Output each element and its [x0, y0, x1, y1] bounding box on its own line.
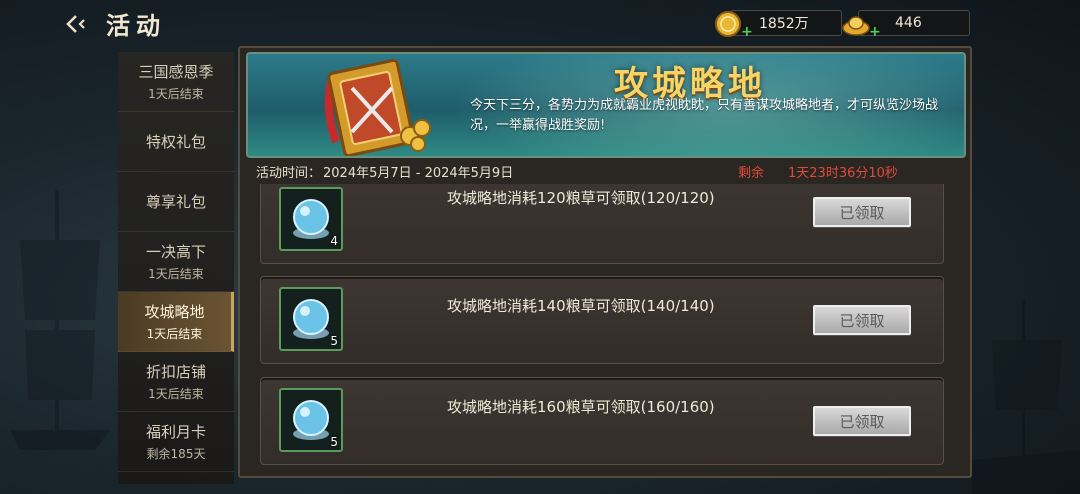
task-row: 5 攻城略地消耗140粮草可领取(140/140) 已领取	[260, 276, 944, 364]
sidebar-item-sublabel: 1天后结束	[148, 387, 204, 401]
gold-value: 1852万	[759, 16, 809, 32]
sidebar-item-label: 一决高下	[145, 243, 206, 261]
banner-description: 今天下三分，各势力为成就霸业虎视眈眈，只有善谋攻城略地者，才可纵览沙场战况，一举…	[470, 98, 939, 133]
event-time-value: 2024年5月7日 - 2024年5月9日	[323, 166, 514, 181]
task-description: 攻城略地消耗140粮草可领取(140/140)	[447, 297, 715, 315]
task-description: 攻城略地消耗120粮草可领取(120/120)	[447, 189, 715, 207]
task-list[interactable]: 4 攻城略地消耗120粮草可领取(120/120) 已领取 5 攻城略地消耗14…	[252, 184, 962, 476]
sidebar-item-label: 福利月卡	[145, 423, 206, 441]
reward-count: 5	[330, 435, 338, 449]
reward-item[interactable]: 5	[279, 388, 343, 452]
event-time-label: 活动时间：	[256, 166, 322, 181]
task-row: 4 攻城略地消耗120粮草可领取(120/120) 已领取	[260, 184, 944, 264]
claimed-button[interactable]: 已领取	[813, 197, 911, 227]
task-description: 攻城略地消耗160粮草可领取(160/160)	[447, 398, 715, 416]
claimed-button[interactable]: 已领取	[813, 305, 911, 335]
sidebar-item-duel[interactable]: 一决高下 1天后结束	[118, 232, 234, 292]
sidebar-item-sublabel: 1天后结束	[148, 267, 204, 281]
back-button[interactable]	[62, 10, 92, 38]
background-ship-art	[10, 190, 110, 450]
remaining-time: 1天23时36分10秒	[788, 166, 898, 181]
sidebar-item-sublabel: 1天后结束	[148, 87, 204, 101]
reward-item[interactable]: 5	[279, 287, 343, 351]
claimed-button[interactable]: 已领取	[813, 406, 911, 436]
sidebar-item-label: 三国感恩季	[138, 63, 214, 81]
add-gold-icon[interactable]: +	[741, 25, 753, 39]
sidebar-item-label: 折扣店铺	[145, 363, 206, 381]
sidebar-item-siege[interactable]: 攻城略地 1天后结束	[118, 292, 234, 352]
remaining-label: 剩余	[738, 166, 765, 181]
sidebar-item-label: 特权礼包	[145, 133, 206, 151]
page-title: 活动	[106, 11, 166, 40]
event-banner: 攻城略地 今天下三分，各势力为成就霸业虎视眈眈，只有善谋攻城略地者，才可纵览沙场…	[246, 52, 966, 158]
sidebar-item-sublabel: 剩余185天	[146, 447, 206, 461]
event-time-row: 活动时间： 2024年5月7日 - 2024年5月9日 剩余 1天23时36分1…	[256, 162, 956, 181]
sidebar-item-sublabel: 1天后结束	[146, 327, 203, 341]
background-ship-art-right	[972, 300, 1080, 494]
sidebar-item-label: 尊享礼包	[145, 193, 206, 211]
gold-ingot-icon	[842, 16, 870, 36]
sidebar-item-monthly-card[interactable]: 福利月卡 剩余185天	[118, 412, 234, 472]
ingot-currency[interactable]: + 446	[842, 10, 970, 39]
sidebar-item-thanksgiving[interactable]: 三国感恩季 1天后结束	[118, 52, 234, 112]
add-ingot-icon[interactable]: +	[869, 25, 881, 39]
back-arrow-icon	[66, 15, 85, 33]
sidebar-item-privilege-pack[interactable]: 特权礼包	[118, 112, 234, 172]
ingot-value: 446	[895, 15, 922, 31]
sidebar-item-vip-pack[interactable]: 尊享礼包	[118, 172, 234, 232]
gold-coin-icon	[715, 11, 741, 37]
sidebar-item-discount-shop[interactable]: 折扣店铺 1天后结束	[118, 352, 234, 412]
task-row: 5 攻城略地消耗160粮草可领取(160/160) 已领取	[260, 377, 944, 465]
gold-currency[interactable]: + 1852万	[715, 10, 842, 39]
activity-sidebar: 三国感恩季 1天后结束 特权礼包 尊享礼包 一决高下 1天后结束 攻城略地 1天…	[118, 52, 234, 484]
sidebar-item-label: 攻城略地	[144, 303, 205, 321]
reward-count: 4	[330, 234, 338, 248]
siege-scroll-icon	[324, 58, 431, 156]
reward-count: 5	[330, 334, 338, 348]
reward-item[interactable]: 4	[279, 187, 343, 251]
